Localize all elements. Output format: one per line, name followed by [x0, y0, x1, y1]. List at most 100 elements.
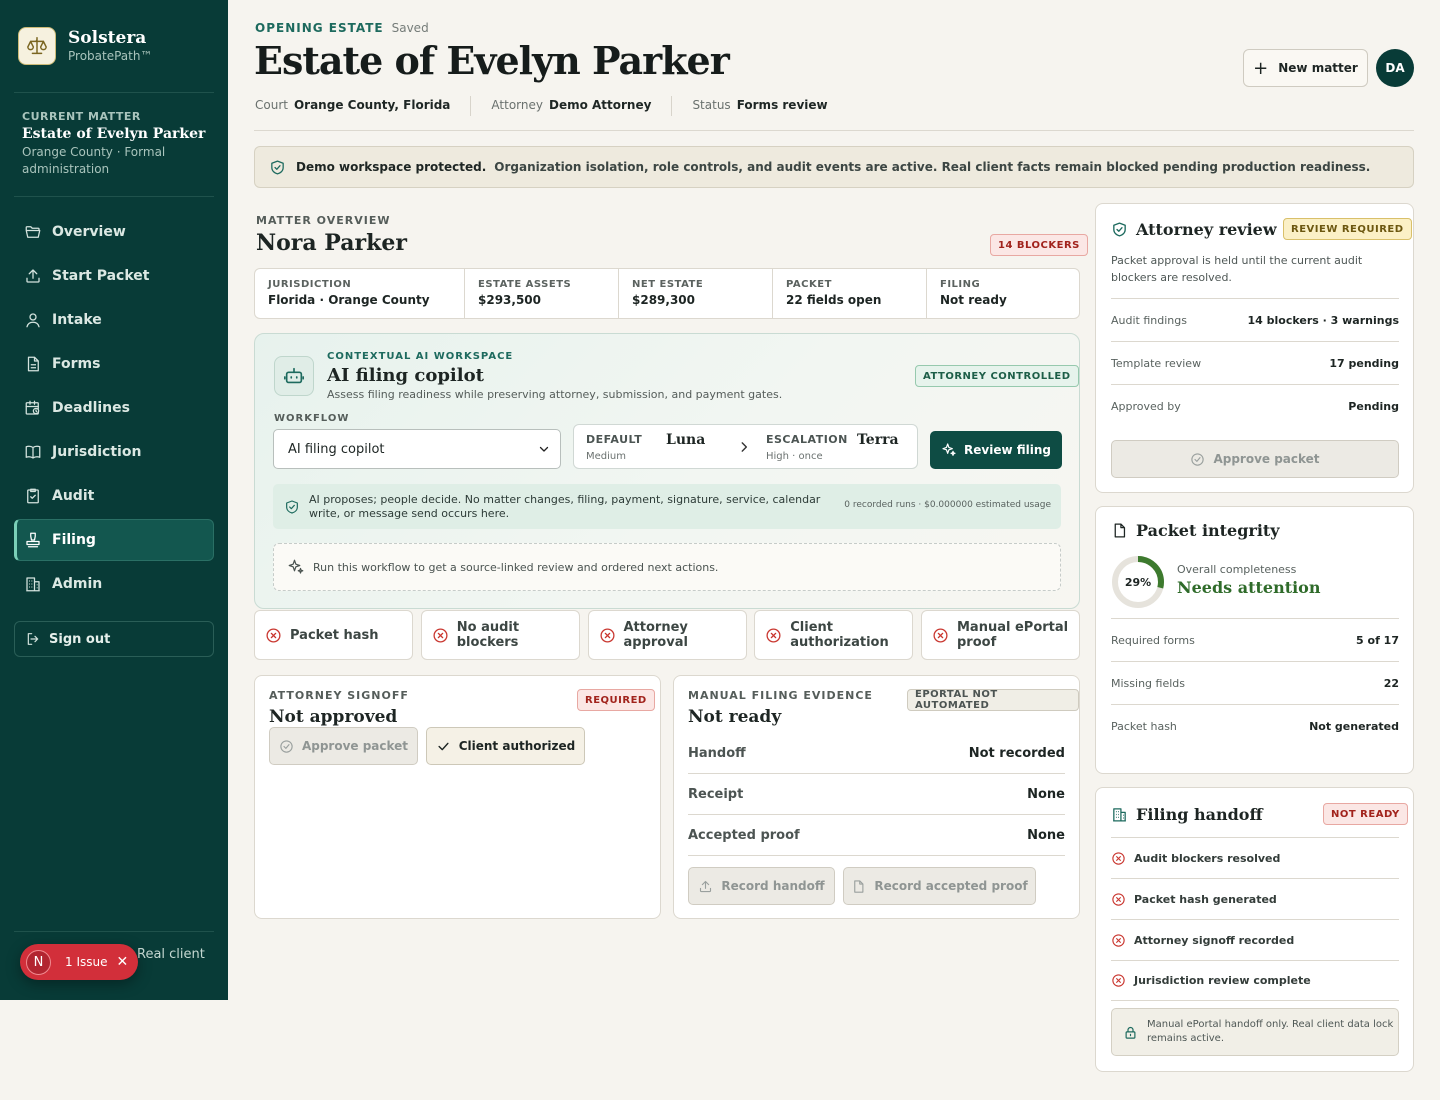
scales-icon [18, 27, 56, 65]
sidebar-item-audit[interactable]: Audit [14, 475, 214, 517]
meta-status: Status Forms review [692, 96, 827, 114]
brand: Solstera ProbatePath™ [18, 27, 152, 65]
meta-separator [671, 96, 673, 116]
sidebar-item-jurisdiction[interactable]: Jurisdiction [14, 431, 214, 473]
current-matter-label: CURRENT MATTER [22, 110, 141, 123]
sidebar-item-label: Start Packet [52, 268, 150, 284]
sidebar-item-forms[interactable]: Forms [14, 343, 214, 385]
user-icon [24, 311, 42, 329]
handoff-item-label: Jurisdiction review complete [1134, 974, 1311, 987]
manual-filing-kicker: MANUAL FILING EVIDENCE [688, 689, 873, 702]
matter-overview-label: MATTER OVERVIEW [256, 214, 391, 227]
workflow-select[interactable]: AI filing copilot [273, 429, 561, 469]
gate-label: Attorney approval [623, 620, 688, 650]
sidebar-item-start-packet[interactable]: Start Packet [14, 255, 214, 297]
matter-meta: Court Orange County, Florida Attorney Demo… [255, 96, 828, 116]
overall-completeness-label: Overall completeness [1177, 563, 1297, 576]
stamp-icon [24, 531, 42, 549]
robot-icon [274, 356, 314, 396]
copilot-title: AI filing copilot [327, 365, 484, 386]
plus-icon: + [1253, 57, 1269, 79]
review-required-badge: REVIEW REQUIRED [1283, 218, 1412, 240]
current-matter-sub: Orange County · Formal administration [22, 145, 166, 176]
upload-icon [700, 880, 712, 892]
record-handoff-button[interactable]: Record handoff [688, 867, 835, 905]
review-filing-button[interactable]: Review filing [930, 431, 1062, 469]
sidebar-item-overview[interactable]: Overview [14, 211, 214, 253]
meta-key: Attorney [491, 98, 543, 112]
row-key: Approved by [1111, 399, 1181, 413]
sidebar-item-admin[interactable]: Admin [14, 563, 214, 605]
stat-key: FILING [940, 279, 981, 290]
brand-name: Solstera [68, 28, 147, 48]
data-lock-note: Manual ePortal handoff only. Real client… [1111, 1008, 1399, 1056]
manual-filing-card: MANUAL FILING EVIDENCE EPORTAL NOT AUTOM… [673, 675, 1080, 919]
sidebar: Solstera ProbatePath™ CURRENT MATTER Est… [0, 0, 228, 1000]
default-model: Luna [666, 432, 706, 448]
x-circle-icon [1112, 892, 1125, 906]
row-key: Packet hash [1111, 719, 1177, 733]
stat-key: ESTATE ASSETS [478, 279, 572, 290]
header-kicker-label: OPENING ESTATE [255, 21, 384, 35]
meta-separator [470, 96, 472, 116]
attorney-review-desc: Packet approval is held until the curren… [1111, 254, 1363, 284]
close-icon[interactable]: ✕ [116, 954, 128, 970]
attorney-controlled-badge: ATTORNEY CONTROLLED [915, 365, 1079, 387]
row-key: Audit findings [1111, 313, 1187, 327]
escalation-label: ESCALATION [766, 433, 848, 446]
matter-stats: JURISDICTION Florida · Orange County ESTA… [254, 268, 1080, 319]
completeness-percent: 29% [1124, 575, 1152, 589]
evidence-row-accepted-proof: Accepted proof None [688, 815, 1065, 856]
client-authorized-button[interactable]: Client authorized [426, 727, 585, 765]
issue-badge: N [26, 949, 51, 975]
evidence-key: Receipt [688, 786, 744, 802]
building-icon [1113, 808, 1126, 822]
current-matter-name: Estate of Evelyn Parker [22, 126, 206, 142]
row-value: 22 [1383, 676, 1399, 690]
sidebar-item-intake[interactable]: Intake [14, 299, 214, 341]
sidebar-divider [14, 196, 214, 197]
stat-key: PACKET [786, 279, 832, 290]
sidebar-nav: Overview Start Packet Intake Forms Deadl… [14, 211, 214, 607]
filing-handoff-card: Filing handoff NOT READY Audit blockers … [1095, 787, 1414, 1072]
shield-check-icon [286, 499, 298, 514]
stat-value: Not ready [940, 293, 1007, 307]
handoff-item-packet-hash: Packet hash generated [1111, 878, 1399, 919]
sidebar-item-label: Intake [52, 312, 102, 328]
file-icon [854, 879, 864, 893]
packet-integrity-card: Packet integrity 29% Overall completenes… [1095, 506, 1414, 774]
row-key: Template review [1111, 356, 1202, 370]
evidence-key: Handoff [688, 745, 746, 761]
gate-label: Packet hash [290, 627, 379, 643]
issues-indicator[interactable]: N 1 Issue ✕ [20, 944, 138, 980]
sidebar-item-deadlines[interactable]: Deadlines [14, 387, 214, 429]
sidebar-item-filing[interactable]: Filing [14, 519, 214, 561]
sidebar-footer-text: Real client [137, 947, 205, 962]
folder-icon [24, 223, 42, 241]
escalation-model: Terra [857, 432, 899, 448]
record-accepted-proof-button[interactable]: Record accepted proof [843, 867, 1036, 905]
blockers-badge: 14 BLOCKERS [990, 234, 1088, 256]
copilot-subtitle: Assess filing readiness while preserving… [327, 388, 783, 401]
default-effort: Medium [586, 451, 626, 462]
book-icon [24, 443, 42, 461]
sign-out-button[interactable]: Sign out [14, 621, 214, 657]
ai-policy-note: AI proposes; people decide. No matter ch… [273, 484, 1061, 529]
evidence-row-receipt: Receipt None [688, 774, 1065, 815]
evidence-value: Not recorded [968, 745, 1065, 761]
default-label: DEFAULT [586, 433, 643, 446]
banner-title: Demo workspace protected. [296, 160, 487, 174]
integrity-row-packet-hash: Packet hash Not generated [1111, 704, 1399, 747]
row-value: Not generated [1309, 719, 1399, 733]
calendar-clock-icon [24, 399, 42, 417]
x-circle-icon [433, 627, 448, 643]
new-matter-button[interactable]: + New matter [1243, 49, 1368, 87]
gate-audit-blockers: No audit blockers [420, 610, 580, 660]
approve-packet-button[interactable]: Approve packet [269, 727, 418, 765]
x-circle-icon [1112, 974, 1125, 987]
gate-label: Manual ePortal proof [957, 620, 1069, 650]
meta-court: Court Orange County, Florida [255, 96, 450, 114]
avatar[interactable]: DA [1376, 49, 1414, 87]
approve-packet-button-secondary[interactable]: Approve packet [1111, 440, 1399, 478]
sidebar-item-label: Filing [52, 532, 96, 548]
